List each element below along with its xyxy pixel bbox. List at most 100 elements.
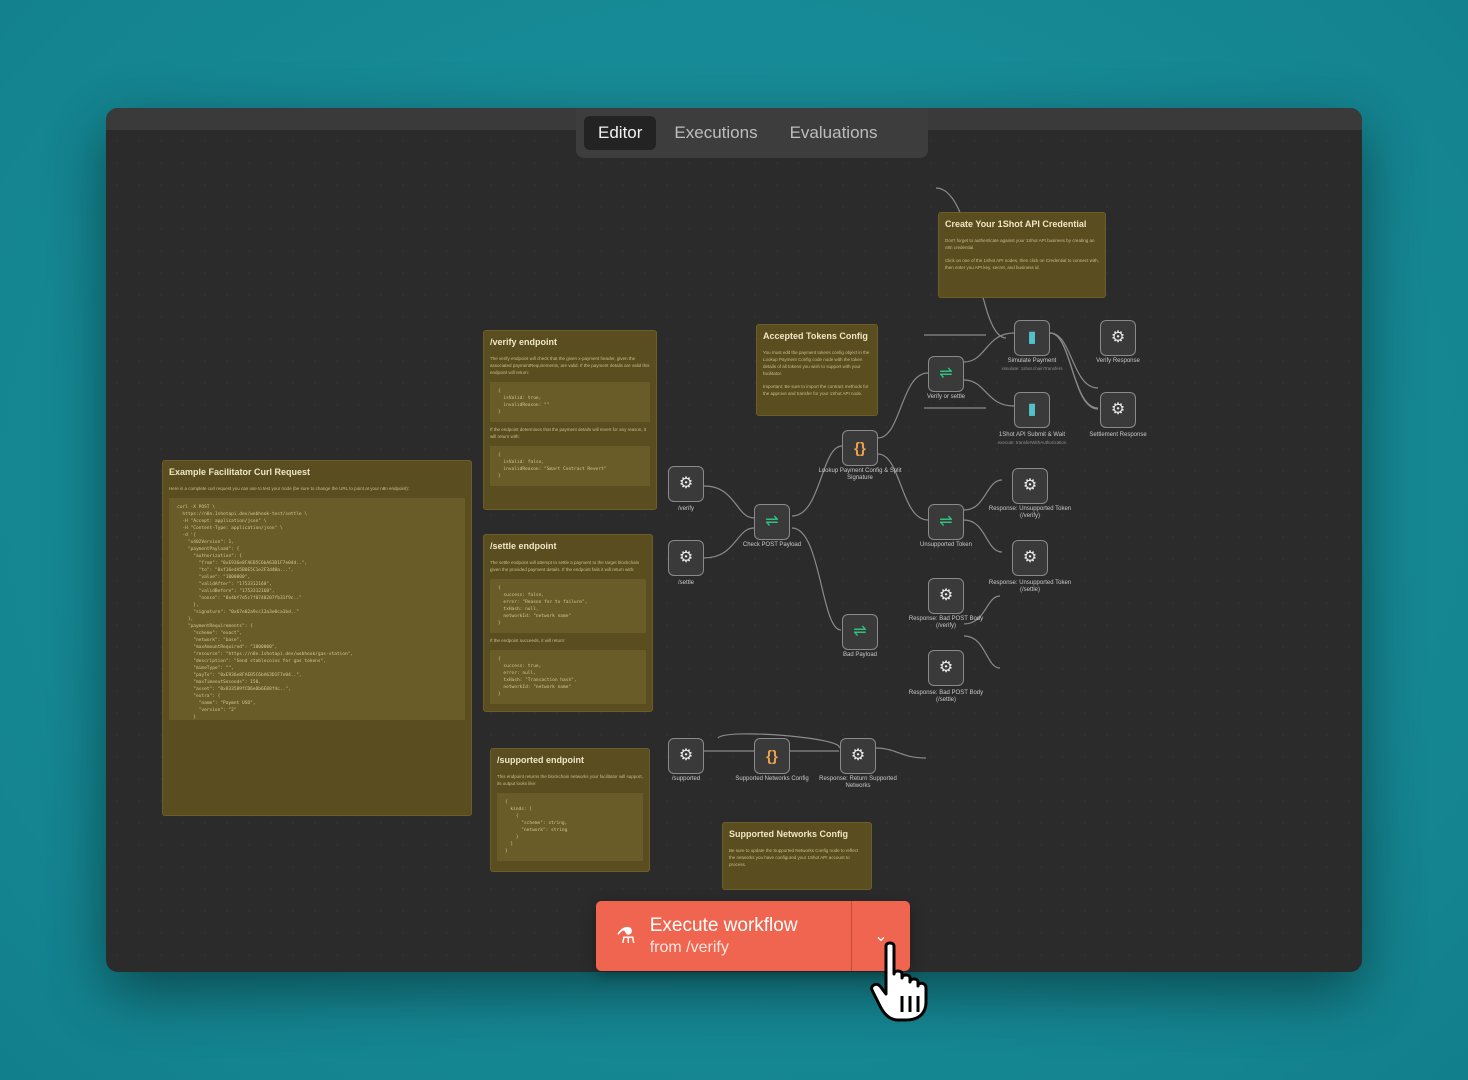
note-credential[interactable]: Create Your 1Shot API Credential Don't f… bbox=[938, 212, 1106, 298]
node-bad-verify[interactable]: ⚙ bbox=[928, 578, 964, 614]
note-supported-code: { kinds: [ { "scheme": string, "network"… bbox=[497, 793, 643, 861]
note-credential-title: Create Your 1Shot API Credential bbox=[945, 219, 1087, 229]
node-submit-sub: execute: transferWithAuthorization bbox=[997, 440, 1067, 445]
note-networks-title: Supported Networks Config bbox=[729, 829, 848, 839]
note-credential-text-1: Don't forget to authenticate against you… bbox=[945, 238, 1095, 250]
node-return-supported[interactable]: ⚙ bbox=[840, 738, 876, 774]
switch-icon: ⇌ bbox=[853, 623, 867, 640]
node-submit-title: 1Shot API Submit & Wait bbox=[998, 432, 1066, 438]
node-verify-response[interactable]: ⚙ bbox=[1100, 320, 1136, 356]
node-verify-webhook[interactable]: ⚙ bbox=[668, 466, 704, 502]
node-bad-settle-label: Response: Bad POST Body (/settle) bbox=[908, 690, 984, 703]
execute-workflow-title: Execute workflow bbox=[649, 915, 798, 936]
webhook-icon: ⚙ bbox=[938, 587, 954, 604]
note-tokens-title: Accepted Tokens Config bbox=[763, 331, 868, 341]
node-unsupported-settle-label: Response: Unsupported Token (/settle) bbox=[988, 580, 1072, 593]
node-bad-payload[interactable]: ⇌ bbox=[842, 614, 878, 650]
node-unsupported-verify[interactable]: ⚙ bbox=[1012, 468, 1048, 504]
node-verify-or-settle[interactable]: ⇌ bbox=[928, 356, 964, 392]
note-curl-text-1: Here is a complete curl request you can … bbox=[169, 486, 409, 491]
webhook-icon: ⚙ bbox=[1022, 477, 1038, 494]
node-supported-webhook[interactable]: ⚙ bbox=[668, 738, 704, 774]
node-settle-label: /settle bbox=[677, 580, 694, 586]
note-settle-code-2: { success: true, error: null, txHash: "T… bbox=[490, 650, 646, 704]
node-bad-verify-label: Response: Bad POST Body (/verify) bbox=[908, 616, 984, 629]
workflow-editor-window: Editor Executions Evaluations Create You… bbox=[106, 108, 1362, 972]
tab-editor[interactable]: Editor bbox=[584, 116, 657, 150]
note-settle-text-1: The settle endpoint will attempt to sett… bbox=[490, 560, 640, 572]
note-settle-endpoint[interactable]: /settle endpoint The settle endpoint wil… bbox=[483, 534, 653, 712]
node-submit-label: 1Shot API Submit & Wait execute: transfe… bbox=[987, 432, 1077, 446]
switch-icon: ⇌ bbox=[765, 513, 779, 530]
note-settle-code-1: { success: false, error: "Reason for tx … bbox=[490, 579, 646, 633]
execute-workflow-subtitle: from /verify bbox=[649, 939, 729, 956]
note-curl-request[interactable]: Example Facilitator Curl Request Here is… bbox=[162, 460, 472, 816]
tab-executions[interactable]: Executions bbox=[660, 116, 771, 150]
note-supported-networks[interactable]: Supported Networks Config Be sure to upd… bbox=[722, 822, 872, 890]
node-networks-config-label: Supported Networks Config bbox=[735, 776, 809, 782]
webhook-icon: ⚙ bbox=[1022, 549, 1038, 566]
node-1shot-submit[interactable]: ▮ bbox=[1014, 392, 1050, 428]
tab-evaluations[interactable]: Evaluations bbox=[776, 116, 892, 150]
webhook-icon: ⚙ bbox=[938, 659, 954, 676]
node-supported-label: /supported bbox=[671, 776, 701, 782]
webhook-icon: ⚙ bbox=[678, 475, 694, 492]
note-curl-code: curl -X POST \ https://n8n.1shotapi.dev/… bbox=[169, 498, 465, 720]
node-verify-response-label: Verify Response bbox=[1096, 358, 1140, 364]
node-settle-webhook[interactable]: ⚙ bbox=[668, 540, 704, 576]
webhook-icon: ⚙ bbox=[1110, 329, 1126, 346]
node-simulate-label: Simulate Payment simulate: 1shot.chainTr… bbox=[987, 358, 1077, 372]
oneshot-icon: ▮ bbox=[1027, 329, 1037, 346]
execute-workflow-text: Execute workflow from /verify bbox=[650, 915, 798, 957]
node-unsupported-settle[interactable]: ⚙ bbox=[1012, 540, 1048, 576]
note-supported-endpoint[interactable]: /supported endpoint This endpoint return… bbox=[490, 748, 650, 872]
node-unsupported-token[interactable]: ⇌ bbox=[928, 504, 964, 540]
node-check-post-payload[interactable]: ⇌ bbox=[754, 504, 790, 540]
note-tokens-text-2: Important: Be sure to import the contrac… bbox=[763, 384, 869, 396]
node-return-supported-label: Response: Return Supported Networks bbox=[819, 776, 897, 789]
note-supported-text-1: This endpoint returns the blockchain net… bbox=[497, 774, 643, 786]
webhook-icon: ⚙ bbox=[1110, 401, 1126, 418]
oneshot-icon: ▮ bbox=[1027, 401, 1037, 418]
code-icon: {} bbox=[854, 439, 866, 457]
code-icon: {} bbox=[766, 747, 778, 765]
node-bad-settle[interactable]: ⚙ bbox=[928, 650, 964, 686]
note-supported-title: /supported endpoint bbox=[497, 755, 584, 765]
node-simulate-sub: simulate: 1shot.chainTransfers bbox=[1001, 366, 1063, 371]
node-settlement-response[interactable]: ⚙ bbox=[1100, 392, 1136, 428]
node-bad-payload-label: Bad Payload bbox=[842, 652, 878, 658]
node-lookup-payment-config[interactable]: {} bbox=[842, 430, 878, 466]
node-simulate-title: Simulate Payment bbox=[1007, 358, 1057, 364]
note-verify-code-1: { isValid: true, invalidReason: "" } bbox=[490, 382, 650, 422]
note-verify-text-2: If the endpoint determines that the paym… bbox=[490, 427, 647, 439]
note-verify-endpoint[interactable]: /verify endpoint The verify endpoint wil… bbox=[483, 330, 657, 510]
note-verify-text-1: The verify endpoint will check that the … bbox=[490, 356, 650, 375]
note-settle-title: /settle endpoint bbox=[490, 541, 557, 551]
hand-pointer-icon bbox=[870, 941, 928, 1022]
note-credential-text-2: Click on one of the 1Shot API nodes, the… bbox=[945, 258, 1099, 270]
note-accepted-tokens[interactable]: Accepted Tokens Config You must edit the… bbox=[756, 324, 878, 416]
note-settle-text-2: If the endpoint succeeds, it will return… bbox=[490, 638, 566, 643]
note-tokens-text-1: You must edit the payment tokens config … bbox=[763, 350, 870, 376]
node-supported-networks-config[interactable]: {} bbox=[754, 738, 790, 774]
execute-workflow-button-group: ⚗ Execute workflow from /verify ⌄ bbox=[596, 901, 910, 971]
node-simulate-payment[interactable]: ▮ bbox=[1014, 320, 1050, 356]
note-verify-title: /verify endpoint bbox=[490, 337, 558, 347]
node-check-label: Check POST Payload bbox=[742, 542, 802, 548]
node-verify-or-settle-label: Verify or settle bbox=[926, 394, 965, 400]
note-verify-code-2: { isValid: false, invalidReason: "Smart … bbox=[490, 446, 650, 486]
webhook-icon: ⚙ bbox=[678, 549, 694, 566]
node-unsupported-verify-label: Response: Unsupported Token (/verify) bbox=[988, 506, 1072, 519]
webhook-icon: ⚙ bbox=[678, 747, 694, 764]
note-networks-text-1: Be sure to update the Supported Networks… bbox=[729, 848, 859, 867]
node-settlement-label: Settlement Response bbox=[1089, 432, 1147, 438]
webhook-icon: ⚙ bbox=[850, 747, 866, 764]
node-unsupported-label: Unsupported Token bbox=[920, 542, 972, 548]
node-lookup-label: Lookup Payment Config & Split Signature bbox=[818, 468, 902, 481]
flask-icon: ⚗ bbox=[616, 923, 636, 948]
execute-workflow-button[interactable]: ⚗ Execute workflow from /verify bbox=[596, 901, 851, 971]
switch-icon: ⇌ bbox=[939, 365, 953, 382]
view-tabs: Editor Executions Evaluations bbox=[576, 108, 928, 158]
node-verify-label: /verify bbox=[677, 506, 694, 512]
switch-icon: ⇌ bbox=[939, 513, 953, 530]
